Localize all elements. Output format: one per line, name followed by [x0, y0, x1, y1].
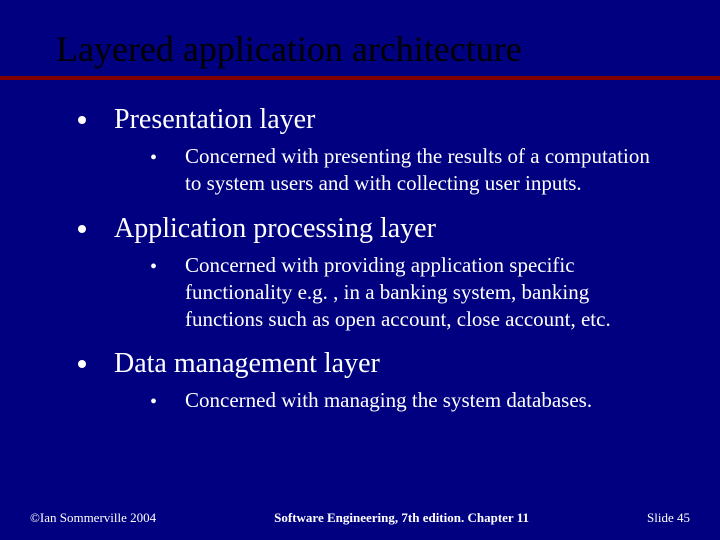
list-subitem-text: Concerned with presenting the results of… — [185, 143, 662, 197]
bullet-icon — [78, 116, 86, 124]
list-item-heading: Presentation layer — [114, 102, 315, 137]
list-item-heading: Application processing layer — [114, 211, 436, 246]
list-subitem: • Concerned with providing application s… — [150, 252, 672, 333]
list-subitem: • Concerned with managing the system dat… — [150, 387, 672, 415]
bullet-icon — [78, 225, 86, 233]
list-subitem: • Concerned with presenting the results … — [150, 143, 672, 197]
list-subitem-text: Concerned with providing application spe… — [185, 252, 662, 333]
footer-copyright: ©Ian Sommerville 2004 — [30, 510, 156, 526]
slide-footer: ©Ian Sommerville 2004 Software Engineeri… — [0, 510, 720, 526]
sub-bullet-icon: • — [150, 254, 157, 280]
list-item-heading: Data management layer — [114, 346, 380, 381]
slide: Layered application architecture Present… — [0, 0, 720, 540]
slide-title: Layered application architecture — [56, 28, 672, 70]
sub-bullet-icon: • — [150, 145, 157, 171]
list-subitem-text: Concerned with managing the system datab… — [185, 387, 592, 414]
slide-content: Presentation layer • Concerned with pres… — [48, 102, 672, 415]
list-item: Presentation layer — [78, 102, 672, 137]
title-rule — [0, 76, 720, 80]
footer-title: Software Engineering, 7th edition. Chapt… — [156, 510, 647, 526]
footer-slide-number: Slide 45 — [647, 510, 690, 526]
sub-bullet-icon: • — [150, 389, 157, 415]
list-item: Data management layer — [78, 346, 672, 381]
list-item: Application processing layer — [78, 211, 672, 246]
bullet-icon — [78, 360, 86, 368]
